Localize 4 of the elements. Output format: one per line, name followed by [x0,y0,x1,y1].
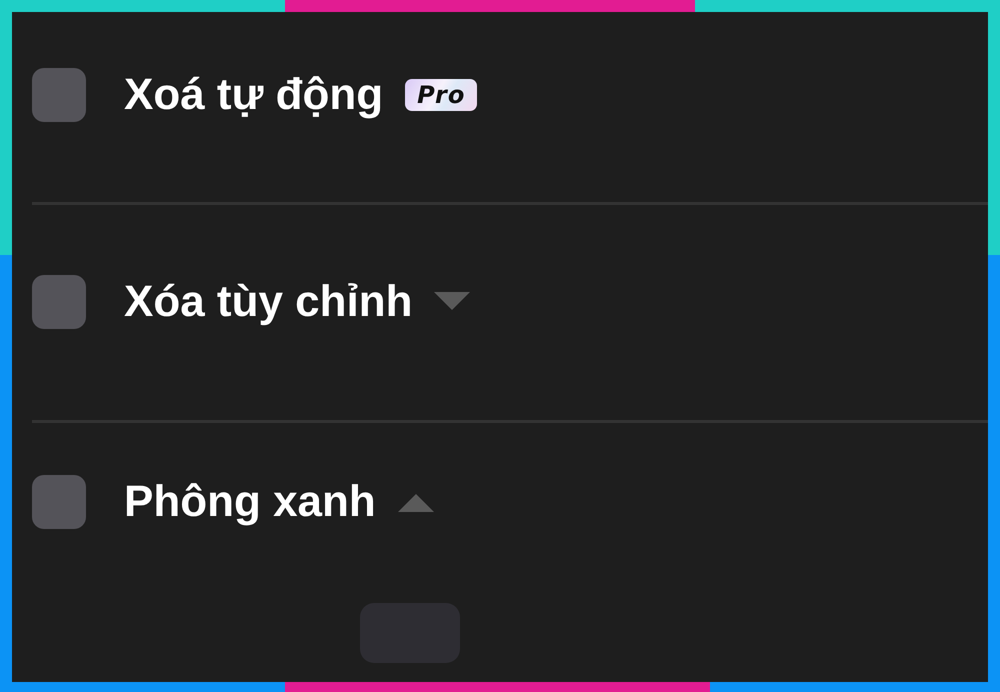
option-label: Xóa tùy chỉnh [124,276,412,326]
option-label: Xoá tự động [124,70,384,120]
option-label: Phông xanh [124,477,376,527]
pro-badge: Pro [405,79,478,111]
